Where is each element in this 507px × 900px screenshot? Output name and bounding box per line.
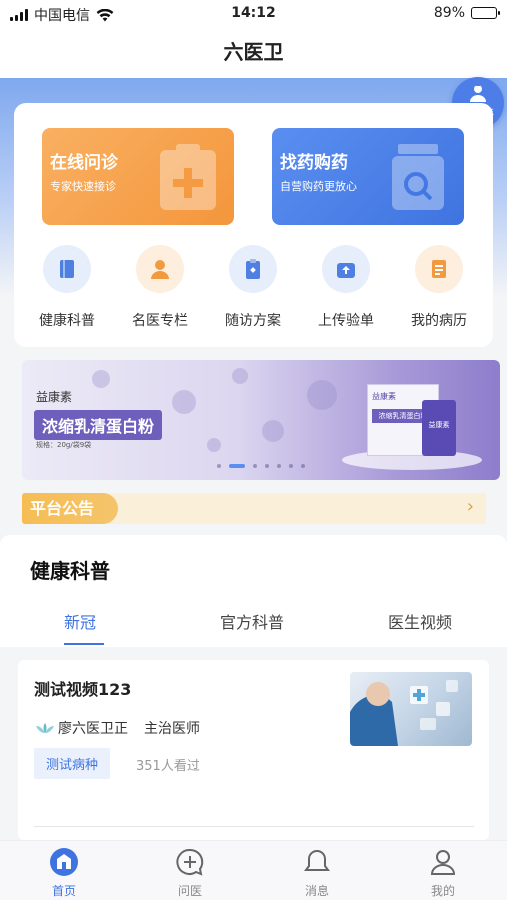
molecule-decoration xyxy=(92,370,110,388)
quick-link-health-science[interactable]: 健康科普 xyxy=(22,245,112,330)
clipboard-cross-icon xyxy=(160,144,216,210)
author-title: 主治医师 xyxy=(144,721,200,737)
view-count: 351人看过 xyxy=(136,759,200,774)
online-consult-button[interactable]: 在线问诊 专家快速接诊 xyxy=(42,128,234,225)
molecule-decoration xyxy=(172,390,196,414)
quick-link-label: 上传验单 xyxy=(318,313,374,329)
status-bar: 中国电信 14:12 89% xyxy=(0,0,507,28)
molecule-decoration xyxy=(262,420,284,442)
carousel-dots xyxy=(22,464,500,468)
author-name: 廖六医卫正 xyxy=(58,721,128,737)
tabbar-label: 首页 xyxy=(51,884,76,898)
chevron-right-icon[interactable]: › xyxy=(467,496,474,517)
carousel-dot[interactable] xyxy=(253,464,257,468)
consult-subtitle: 专家快速接诊 xyxy=(50,180,116,193)
banner-product: 浓缩乳清蛋白粉 xyxy=(34,410,163,440)
molecule-decoration xyxy=(207,438,221,452)
consult-title: 在线问诊 xyxy=(50,153,118,173)
banner-spec: 规格：20g/袋9袋 xyxy=(36,441,92,449)
quick-links: 健康科普 名医专栏 随访方案 上传验单 我的病历 xyxy=(14,245,493,335)
platform-notice-bar[interactable]: 平台公告 › xyxy=(22,493,486,524)
medicine-jar-icon xyxy=(392,144,444,210)
clock: 14:12 xyxy=(231,5,276,21)
bottom-tab-bar: 首页 问医 消息 我的 xyxy=(0,840,507,900)
doctor-icon xyxy=(151,260,169,279)
bell-icon xyxy=(304,849,330,871)
product-pack: 益康素 xyxy=(422,400,456,456)
drug-subtitle: 自营购药更放心 xyxy=(280,180,357,193)
home-icon xyxy=(50,848,78,876)
tabbar-ask-doctor[interactable]: 问医 xyxy=(150,847,230,899)
article-author: 廖六医卫正 主治医师 xyxy=(34,718,200,738)
carousel-dot[interactable] xyxy=(289,464,293,468)
divider xyxy=(34,826,474,827)
battery-percent: 89% xyxy=(433,5,465,21)
tabbar-label: 问医 xyxy=(177,884,202,898)
banner-brand: 益康素 xyxy=(36,390,73,404)
notice-label: 平台公告 xyxy=(22,493,118,524)
article-card[interactable]: 测试视频123 廖六医卫正 主治医师 测试病种 351人看过 xyxy=(18,660,489,840)
quick-link-follow-up[interactable]: 随访方案 xyxy=(208,245,298,330)
quick-link-label: 健康科普 xyxy=(39,313,95,329)
battery-icon xyxy=(471,7,500,19)
disease-tag[interactable]: 测试病种 xyxy=(34,748,111,779)
tabbar-label: 我的 xyxy=(430,884,455,898)
quick-link-upload-report[interactable]: 上传验单 xyxy=(301,245,391,330)
record-icon xyxy=(432,260,446,278)
tabbar-messages[interactable]: 消息 xyxy=(277,847,357,899)
lotus-logo-icon xyxy=(36,723,54,733)
molecule-decoration xyxy=(307,380,337,410)
tabbar-home[interactable]: 首页 xyxy=(24,847,104,899)
medical-illustration xyxy=(350,680,458,746)
drug-title: 找药购药 xyxy=(280,153,348,173)
promo-banner[interactable]: 益康素 浓缩乳清蛋白粉 规格：20g/袋9袋 益康素 浓缩乳清蛋白粉 益康素 xyxy=(22,360,500,480)
carousel-dot[interactable] xyxy=(277,464,281,468)
carousel-dot-active[interactable] xyxy=(229,464,245,468)
book-icon xyxy=(60,260,74,278)
carousel-dot[interactable] xyxy=(301,464,305,468)
chat-plus-icon xyxy=(176,848,204,876)
nurse-icon xyxy=(470,84,486,102)
tab-official-science[interactable]: 官方科普 xyxy=(220,609,284,633)
article-title: 测试视频123 xyxy=(34,680,132,699)
article-thumbnail xyxy=(350,672,472,746)
tabbar-profile[interactable]: 我的 xyxy=(403,847,483,899)
carousel-dot[interactable] xyxy=(265,464,269,468)
quick-link-label: 名医专栏 xyxy=(132,313,188,329)
quick-link-famous-doctors[interactable]: 名医专栏 xyxy=(115,245,205,330)
tab-doctor-video[interactable]: 医生视频 xyxy=(388,609,452,633)
section-title: 健康科普 xyxy=(30,559,110,583)
service-card: 在线问诊 专家快速接诊 找药购药 自营购药更放心 健康科普 名医专栏 随访方案 xyxy=(14,103,493,347)
active-tab-indicator xyxy=(64,643,104,645)
box-brand: 益康素 xyxy=(372,392,396,401)
health-science-section: 健康科普 新冠 官方科普 医生视频 xyxy=(0,535,507,647)
molecule-decoration xyxy=(232,368,248,384)
page-title: 六医卫 xyxy=(0,28,507,78)
upload-icon xyxy=(337,263,355,278)
category-tabs: 新冠 官方科普 医生视频 xyxy=(0,605,507,645)
quick-link-label: 随访方案 xyxy=(225,313,281,329)
clipboard-icon xyxy=(246,259,260,279)
quick-link-medical-record[interactable]: 我的病历 xyxy=(394,245,484,330)
tabbar-label: 消息 xyxy=(304,884,329,898)
tab-covid[interactable]: 新冠 xyxy=(64,609,96,633)
user-icon xyxy=(430,850,456,875)
find-drug-button[interactable]: 找药购药 自营购药更放心 xyxy=(272,128,464,225)
quick-link-label: 我的病历 xyxy=(411,313,467,329)
carousel-dot[interactable] xyxy=(217,464,221,468)
